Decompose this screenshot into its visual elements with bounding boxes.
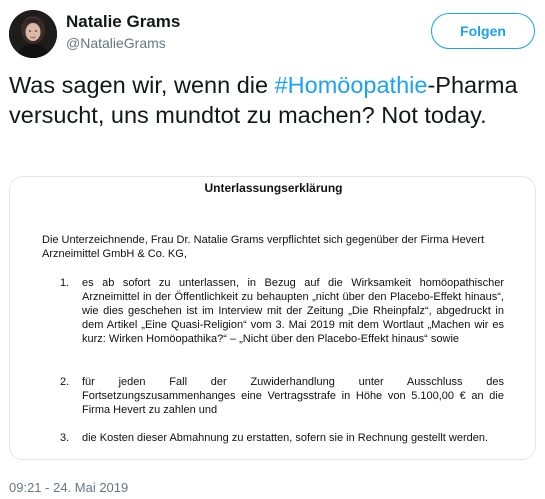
author-handle[interactable]: @NatalieGrams — [66, 34, 166, 52]
item-number: 2. — [60, 376, 70, 388]
tweet-text: Was sagen wir, wenn die #Homöopathie-Pha… — [9, 70, 539, 130]
tweet-text-start: Was sagen wir, wenn die — [9, 72, 275, 98]
avatar[interactable] — [9, 10, 57, 58]
attached-image[interactable]: Unterlassungserklärung Die Unterzeichnen… — [9, 176, 536, 460]
document-item: 3. die Kosten dieser Abmahnung zu erstat… — [42, 431, 504, 445]
document-intro: Die Unterzeichnende, Frau Dr. Natalie Gr… — [42, 234, 485, 260]
tweet-card: Natalie Grams @NatalieGrams Folgen Was s… — [0, 0, 545, 499]
author-name[interactable]: Natalie Grams — [66, 12, 180, 32]
document-item: 2. für jeden Fall der Zuwiderhandlung un… — [42, 375, 504, 417]
item-text: es ab sofort zu unterlassen, in Bezug au… — [82, 277, 504, 345]
follow-button[interactable]: Folgen — [431, 13, 535, 49]
profile-photo-icon — [9, 10, 57, 58]
item-text: die Kosten dieser Abmahnung zu erstatten… — [82, 432, 489, 444]
item-text: für jeden Fall der Zuwiderhandlung unter… — [82, 376, 504, 416]
document-title: Unterlassungserklärung — [204, 181, 343, 195]
item-number: 1. — [60, 277, 70, 289]
tweet-timestamp[interactable]: 09:21 - 24. Mai 2019 — [9, 480, 128, 496]
hashtag-link[interactable]: #Homöopathie — [275, 72, 428, 98]
document-scan: Unterlassungserklärung Die Unterzeichnen… — [10, 177, 535, 459]
item-number: 3. — [60, 432, 70, 444]
document-item: 1. es ab sofort zu unterlassen, in Bezug… — [42, 276, 504, 346]
